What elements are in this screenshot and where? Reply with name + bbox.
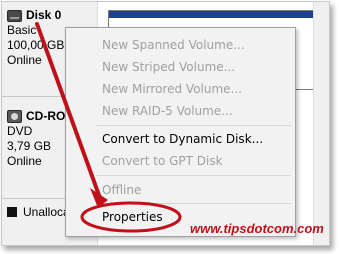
disk-0-size: 100,00 GB	[7, 38, 65, 52]
menu-separator	[96, 125, 291, 126]
disk-0-name: Disk 0	[26, 8, 62, 22]
menu-item-convert-to-dynamic-disk[interactable]: Convert to Dynamic Disk...	[102, 132, 263, 146]
menu-item-new-striped-volume[interactable]: New Striped Volume...	[102, 60, 235, 74]
hard-disk-icon	[7, 9, 22, 22]
watermark-text: www.tipsdotcom.com	[190, 221, 324, 236]
volume-title	[109, 18, 329, 24]
disk-context-menu: New Spanned Volume... New Striped Volume…	[65, 27, 296, 237]
cd-rom-size: 3,79 GB	[7, 139, 52, 153]
menu-item-new-mirrored-volume[interactable]: New Mirrored Volume...	[102, 82, 242, 96]
menu-item-offline[interactable]: Offline	[102, 183, 141, 197]
volume-header-bar	[109, 11, 329, 18]
menu-item-new-spanned-volume[interactable]: New Spanned Volume...	[102, 38, 245, 52]
unallocated-swatch	[7, 207, 17, 217]
menu-item-convert-to-gpt-disk[interactable]: Convert to GPT Disk	[102, 154, 223, 168]
vertical-scrollbar[interactable]	[313, 2, 329, 245]
disk-0-status: Online	[7, 53, 42, 67]
menu-item-properties[interactable]: Properties	[102, 210, 163, 224]
cd-rom-info[interactable]: CD-RO DVD 3,79 GB Online	[7, 109, 65, 169]
menu-separator	[96, 175, 291, 176]
cd-rom-icon	[7, 110, 22, 123]
cd-rom-name: CD-RO	[26, 109, 66, 123]
cd-rom-type: DVD	[7, 124, 33, 138]
disk-0-info[interactable]: Disk 0 Basic 100,00 GB Online	[7, 8, 64, 68]
cd-rom-status: Online	[7, 154, 42, 168]
unallocated-label: Unalloca	[23, 205, 70, 219]
disk-0-type: Basic	[7, 23, 37, 37]
menu-item-new-raid5-volume[interactable]: New RAID-5 Volume...	[102, 104, 233, 118]
menu-separator	[96, 203, 291, 204]
